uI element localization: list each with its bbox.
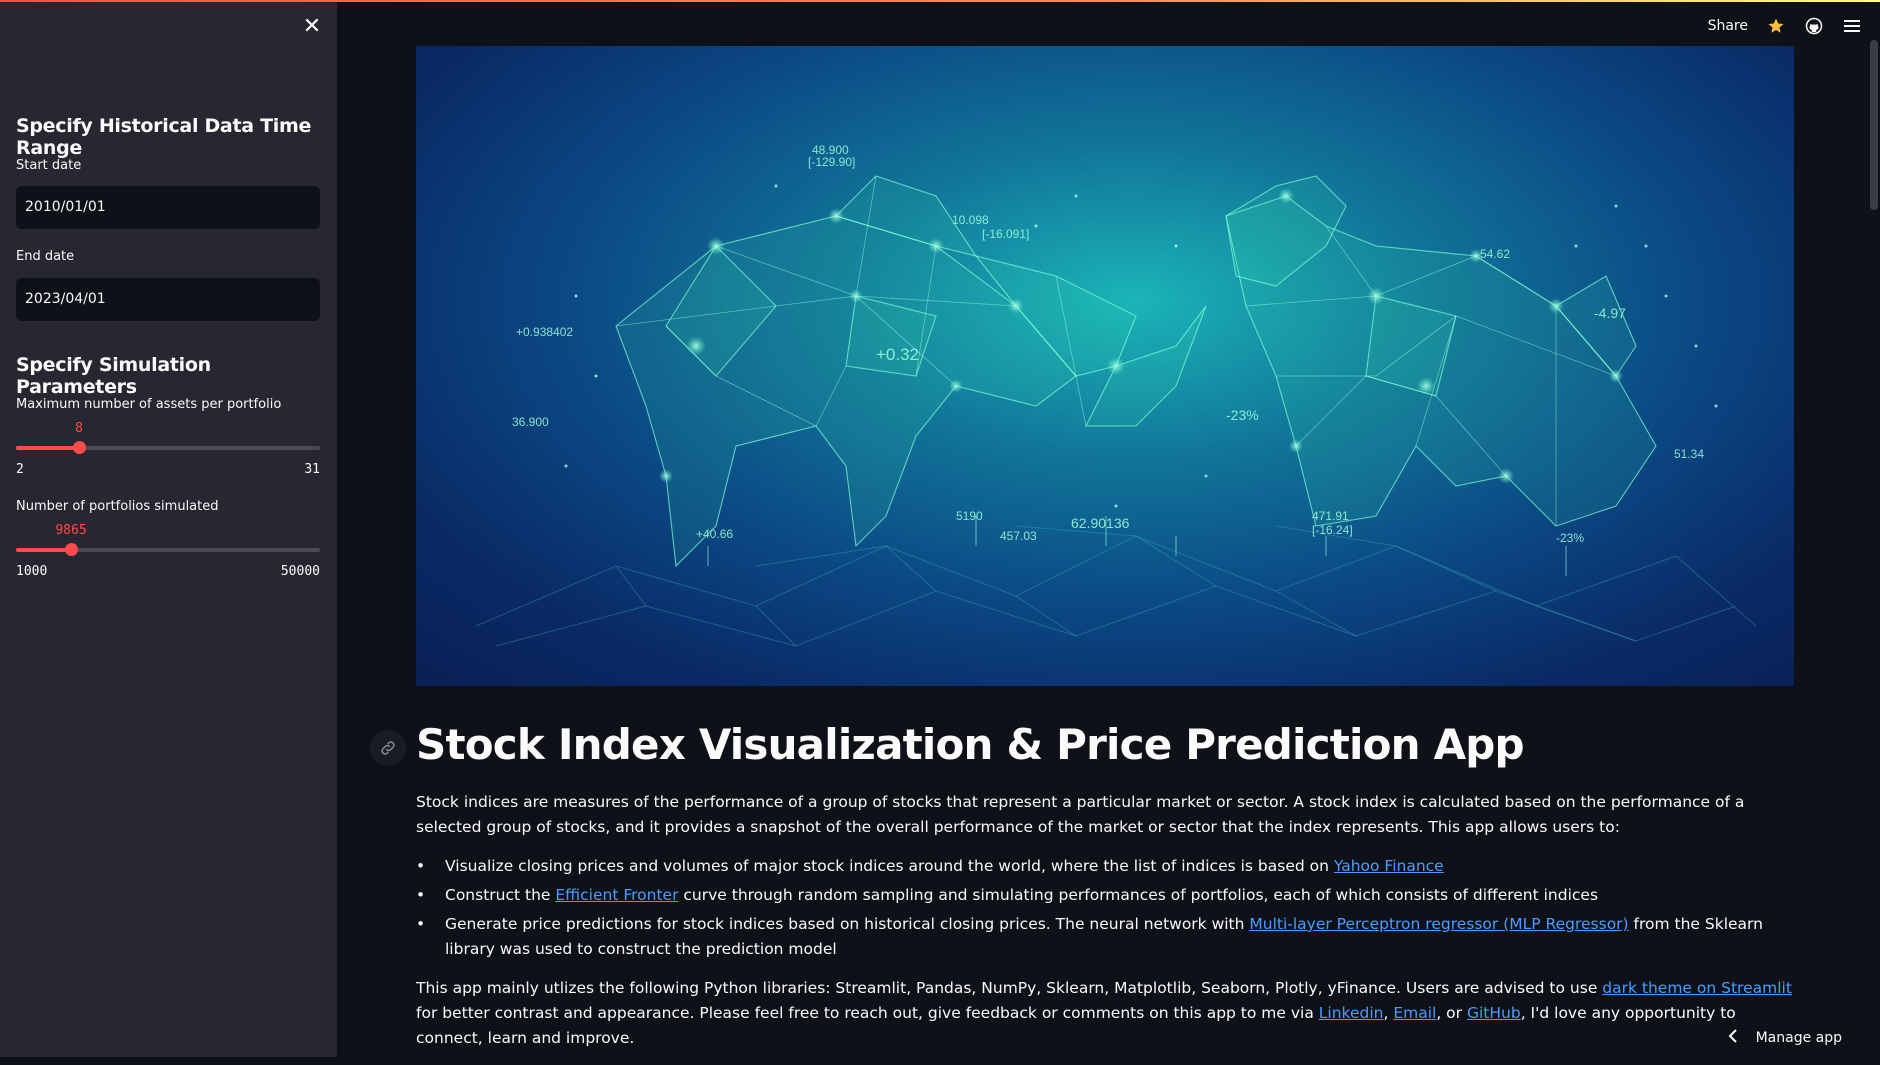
slider-value: 8 bbox=[75, 421, 83, 436]
slider-max: 50000 bbox=[281, 564, 320, 579]
hero-number: 457.03 bbox=[1000, 529, 1037, 543]
text: , or bbox=[1436, 1004, 1467, 1022]
hero-number: +0.32 bbox=[876, 345, 919, 364]
list-item: Visualize closing prices and volumes of … bbox=[416, 854, 1796, 879]
hero-number: [-129.90] bbox=[808, 155, 855, 169]
header-actions: Share bbox=[1708, 14, 1862, 38]
slider-thumb[interactable] bbox=[65, 543, 78, 556]
bull-bear-illustration: 48.900 [-129.90] 10.098 [-16.091] +0.938… bbox=[416, 46, 1794, 686]
hero-number: 5190 bbox=[956, 509, 983, 523]
star-icon[interactable] bbox=[1766, 16, 1786, 36]
text: , bbox=[1383, 1004, 1393, 1022]
portfolios-label: Number of portfolios simulated bbox=[16, 499, 219, 514]
dark-theme-link[interactable]: dark theme on Streamlit bbox=[1602, 979, 1792, 997]
feature-list: Visualize closing prices and volumes of … bbox=[416, 854, 1796, 962]
hero-number: -54.62 bbox=[1476, 247, 1510, 261]
text: Generate price predictions for stock ind… bbox=[445, 915, 1249, 933]
main-content: Stock indices are measures of the perfor… bbox=[416, 790, 1796, 1065]
share-button[interactable]: Share bbox=[1708, 18, 1748, 34]
end-date-input[interactable]: 2023/04/01 bbox=[16, 278, 320, 321]
hero-number: 36.900 bbox=[512, 415, 549, 429]
hero-number: +40.66 bbox=[696, 527, 733, 541]
hero-number: 471.91 bbox=[1312, 509, 1349, 523]
portfolios-slider[interactable]: 9865 1000 50000 bbox=[16, 527, 320, 587]
text: for better contrast and appearance. Plea… bbox=[416, 1004, 1319, 1022]
top-decoration-bar bbox=[0, 0, 1880, 2]
slider-fill bbox=[16, 548, 71, 552]
hamburger-menu-icon[interactable] bbox=[1842, 16, 1862, 36]
text: Construct the bbox=[445, 886, 555, 904]
slider-min: 2 bbox=[16, 462, 24, 477]
outro-paragraph: This app mainly utlizes the following Py… bbox=[416, 976, 1796, 1051]
mlp-regressor-link[interactable]: Multi-layer Perceptron regressor (MLP Re… bbox=[1249, 915, 1628, 933]
start-date-label: Start date bbox=[16, 158, 81, 173]
link-anchor-icon[interactable] bbox=[370, 730, 406, 766]
email-link[interactable]: Email bbox=[1393, 1004, 1436, 1022]
text: curve through random sampling and simula… bbox=[678, 886, 1598, 904]
hero-number: 62.90136 bbox=[1071, 515, 1130, 531]
chevron-left-icon bbox=[1728, 1029, 1738, 1047]
max-assets-slider[interactable]: 8 2 31 bbox=[16, 425, 320, 485]
yahoo-finance-link[interactable]: Yahoo Finance bbox=[1334, 857, 1444, 875]
slider-min: 1000 bbox=[16, 564, 47, 579]
hero-number: +0.938402 bbox=[516, 325, 573, 339]
list-item: Generate price predictions for stock ind… bbox=[416, 912, 1796, 962]
sidebar-heading-time-range: Specify Historical Data Time Range bbox=[16, 115, 337, 159]
sidebar: ✕ Specify Historical Data Time Range Sta… bbox=[0, 0, 337, 1057]
scrollbar[interactable] bbox=[1870, 40, 1878, 210]
slider-value: 9865 bbox=[55, 523, 86, 538]
hero-number: -23% bbox=[1226, 407, 1259, 423]
hero-image-bull-bear: 48.900 [-129.90] 10.098 [-16.091] +0.938… bbox=[416, 46, 1794, 686]
close-icon[interactable]: ✕ bbox=[300, 14, 324, 38]
hero-number: [-16.091] bbox=[982, 227, 1029, 241]
hero-number: 10.098 bbox=[952, 213, 989, 227]
slider-fill bbox=[16, 446, 79, 450]
efficient-frontier-link[interactable]: Efficient Fronter bbox=[555, 886, 678, 904]
manage-app-button[interactable]: Manage app bbox=[1728, 1029, 1842, 1047]
hero-number: -23% bbox=[1556, 531, 1584, 545]
slider-max: 31 bbox=[304, 462, 320, 477]
page-title: Stock Index Visualization & Price Predic… bbox=[416, 720, 1524, 769]
list-item: Construct the Efficient Fronter curve th… bbox=[416, 883, 1796, 908]
slider-thumb[interactable] bbox=[73, 441, 86, 454]
hero-number: 51.34 bbox=[1674, 447, 1704, 461]
hero-number: [-16.24] bbox=[1312, 523, 1353, 537]
linkedin-link[interactable]: Linkedin bbox=[1319, 1004, 1384, 1022]
github-icon[interactable] bbox=[1804, 16, 1824, 36]
text: Visualize closing prices and volumes of … bbox=[445, 857, 1334, 875]
github-link[interactable]: GitHub bbox=[1467, 1004, 1521, 1022]
manage-app-label: Manage app bbox=[1756, 1030, 1842, 1046]
start-date-input[interactable]: 2010/01/01 bbox=[16, 186, 320, 229]
end-date-label: End date bbox=[16, 249, 74, 264]
text: This app mainly utlizes the following Py… bbox=[416, 979, 1602, 997]
hero-number: -4.97 bbox=[1594, 305, 1626, 321]
max-assets-label: Maximum number of assets per portfolio bbox=[16, 397, 281, 412]
intro-paragraph: Stock indices are measures of the perfor… bbox=[416, 790, 1796, 840]
sidebar-heading-simulation: Specify Simulation Parameters bbox=[16, 354, 337, 398]
